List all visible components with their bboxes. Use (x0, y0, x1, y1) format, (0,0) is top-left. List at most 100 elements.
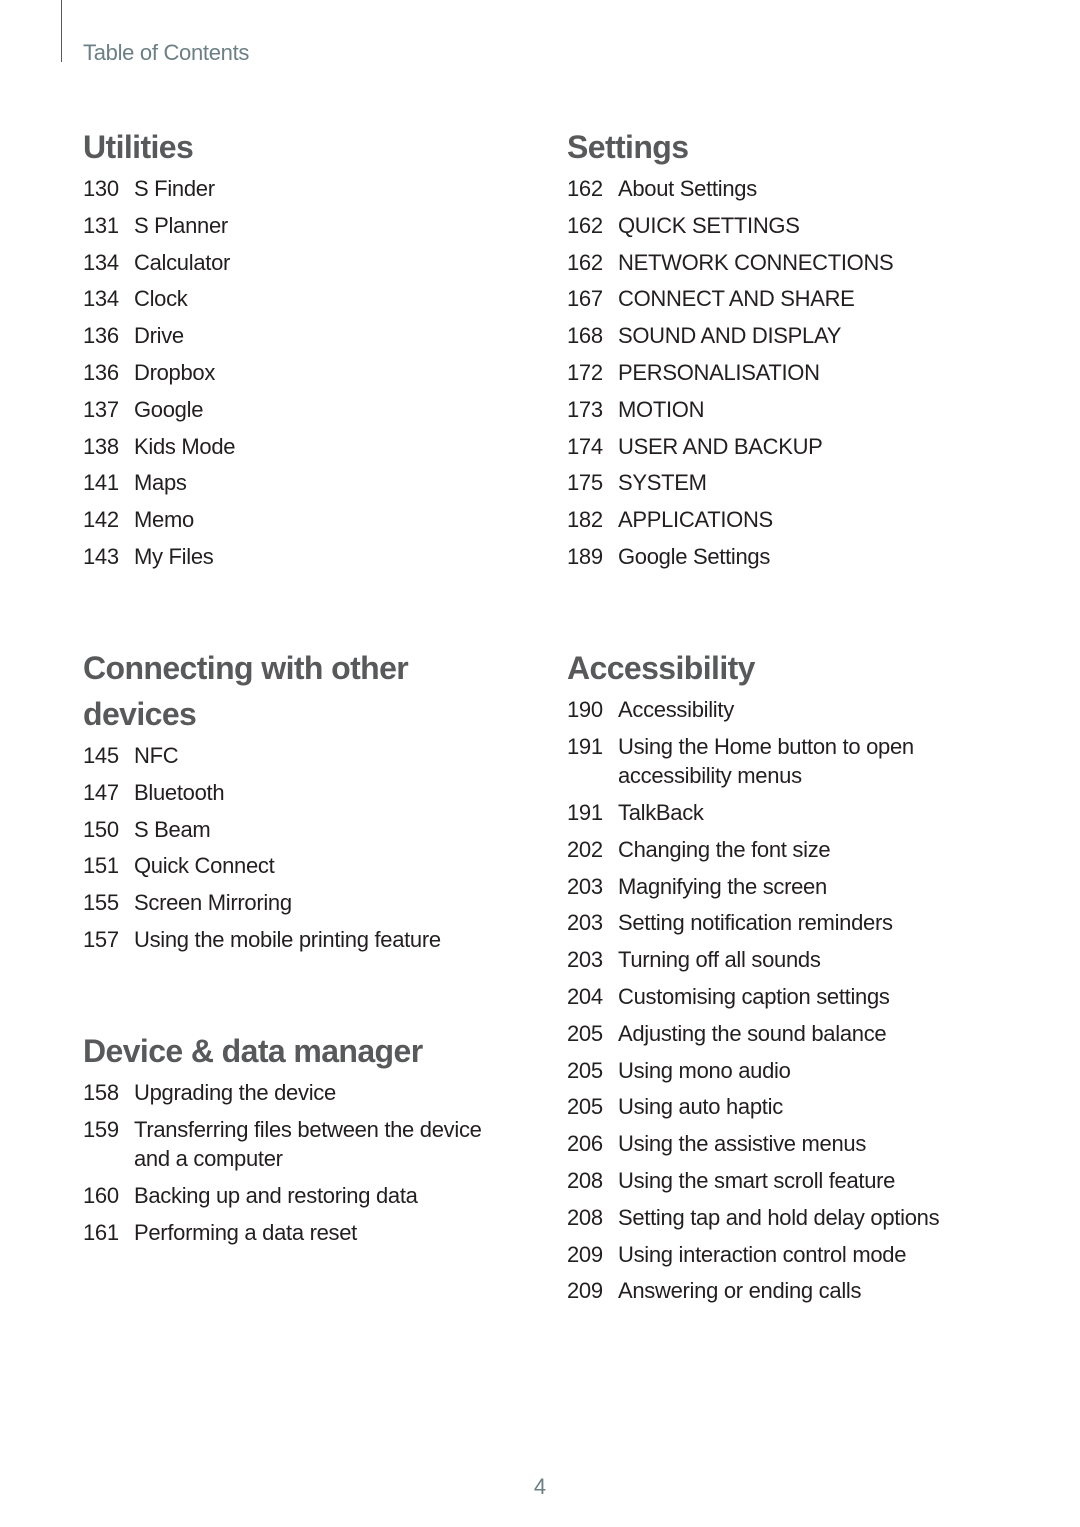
toc-entry[interactable]: 150 S Beam (83, 815, 483, 845)
toc-entry-label: Answering or ending calls (618, 1278, 862, 1304)
toc-page-number: 208 (567, 1204, 603, 1230)
toc-entry[interactable]: 205 Using auto haptic (567, 1092, 967, 1122)
toc-entry[interactable]: 162 QUICK SETTINGS (567, 211, 997, 241)
toc-entry[interactable]: 160 Backing up and restoring data (83, 1181, 513, 1211)
toc-page-number: 142 (83, 507, 119, 533)
toc-entry[interactable]: 162 NETWORK CONNECTIONS (567, 248, 997, 278)
toc-entry[interactable]: 151 Quick Connect (83, 851, 483, 881)
toc-entry[interactable]: 204 Customising caption settings (567, 982, 967, 1012)
toc-entry[interactable]: 175 SYSTEM (567, 468, 997, 498)
toc-entry[interactable]: 162 About Settings (567, 174, 997, 204)
section-accessibility: Accessibility 190 Accessibility 191 Using t… (567, 645, 967, 1313)
toc-page-number: 143 (83, 543, 119, 569)
toc-entry[interactable]: 191 Using the Home button to open accessi… (567, 732, 967, 791)
toc-entry[interactable]: 136 Dropbox (83, 358, 513, 388)
toc-entry[interactable]: 155 Screen Mirroring (83, 888, 483, 918)
toc-entry-label: NETWORK CONNECTIONS (618, 249, 894, 275)
toc-entry-label: Using auto haptic (618, 1094, 783, 1120)
toc-entry[interactable]: 182 APPLICATIONS (567, 505, 997, 535)
toc-page-number: 159 (83, 1116, 119, 1142)
toc-entry[interactable]: 136 Drive (83, 321, 513, 351)
toc-entry-label: Maps (134, 470, 187, 496)
toc-entry[interactable]: 191 TalkBack (567, 798, 967, 828)
toc-entry[interactable]: 189 Google Settings (567, 542, 997, 572)
toc-entry[interactable]: 208 Using the smart scroll feature (567, 1166, 967, 1196)
toc-entry-label: Setting notification reminders (618, 910, 893, 936)
toc-entry[interactable]: 203 Magnifying the screen (567, 872, 967, 902)
toc-entry-label: MOTION (618, 396, 705, 422)
toc-entry[interactable]: 134 Clock (83, 284, 513, 314)
toc-entry-label: SOUND AND DISPLAY (618, 323, 842, 349)
section-title: Utilities (83, 129, 194, 165)
toc-entry-label: S Planner (134, 212, 228, 238)
toc-entry[interactable]: 203 Turning off all sounds (567, 945, 967, 975)
toc-entry-label: Bluetooth (134, 779, 225, 805)
toc-entry[interactable]: 143 My Files (83, 542, 513, 572)
toc-entry[interactable]: 157 Using the mobile printing feature (83, 925, 483, 955)
toc-page-number: 205 (567, 1020, 603, 1046)
toc-entry[interactable]: 141 Maps (83, 468, 513, 498)
toc-entry[interactable]: 173 MOTION (567, 395, 997, 425)
toc-entry[interactable]: 158 Upgrading the device (83, 1078, 513, 1108)
toc-page-number: 203 (567, 910, 603, 936)
section-title: Settings (567, 129, 689, 165)
section-title: Connecting with other devices (83, 650, 409, 732)
toc-entry[interactable]: 145 NFC (83, 741, 483, 771)
toc-entry[interactable]: 131 S Planner (83, 211, 513, 241)
toc-entry[interactable]: 137 Google (83, 395, 513, 425)
toc-entry-label: Performing a data reset (134, 1219, 357, 1245)
toc-entry[interactable]: 147 Bluetooth (83, 778, 483, 808)
toc-entry[interactable]: 209 Answering or ending calls (567, 1276, 967, 1306)
toc-entry[interactable]: 167 CONNECT AND SHARE (567, 284, 997, 314)
toc-page-number: 189 (567, 543, 603, 569)
section-utilities: Utilities 130 S Finder 131 S Planner 134 Calc… (83, 124, 513, 579)
toc-entry-label: Adjusting the sound balance (618, 1020, 887, 1046)
toc-page-number: 136 (83, 359, 119, 385)
toc-page-number: 172 (567, 359, 603, 385)
toc-entry-label: Accessibility (618, 697, 734, 722)
toc-entry[interactable]: 168 SOUND AND DISPLAY (567, 321, 997, 351)
toc-entry[interactable]: 209 Using interaction control mode (567, 1240, 967, 1270)
toc-entry[interactable]: 159 Transferring files between the device… (83, 1115, 513, 1174)
toc-entry-label: Drive (134, 323, 184, 349)
toc-page-number: 134 (83, 286, 119, 312)
toc-entry-label: Using interaction control mode (618, 1241, 907, 1267)
header-divider (61, 0, 62, 62)
toc-entry-label: Transferring files between the device an… (134, 1116, 482, 1172)
toc-entry[interactable]: 174 USER AND BACKUP (567, 432, 997, 462)
toc-entry-label: Calculator (134, 249, 231, 275)
toc-entry[interactable]: 138 Kids Mode (83, 432, 513, 462)
section-title: Accessibility (567, 650, 755, 686)
toc-entry[interactable]: 172 PERSONALISATION (567, 358, 997, 388)
toc-entry-label: Google Settings (618, 543, 771, 569)
toc-entry-label: TalkBack (618, 800, 704, 826)
toc-entry[interactable]: 190 Accessibility (567, 695, 967, 725)
toc-entry[interactable]: 205 Using mono audio (567, 1056, 967, 1086)
toc-entry[interactable]: 205 Adjusting the sound balance (567, 1019, 967, 1049)
toc-entry[interactable]: 208 Setting tap and hold delay options (567, 1203, 967, 1233)
toc-list: 190 Accessibility 191 Using the Home button… (567, 695, 967, 1306)
toc-entry-label: My Files (134, 543, 214, 569)
toc-entry[interactable]: 130 S Finder (83, 174, 513, 204)
toc-entry-label: NFC (134, 743, 179, 768)
toc-page-number: 145 (83, 743, 119, 768)
toc-entry[interactable]: 161 Performing a data reset (83, 1218, 513, 1248)
toc-entry-label: Magnifying the screen (618, 873, 827, 899)
section-connecting: Connecting with other devices 145 NFC 147 B… (83, 645, 483, 962)
toc-entry-label: SYSTEM (618, 470, 707, 496)
section-device-data-manager: Device & data manager 158 Upgrading the d… (83, 1028, 513, 1255)
toc-entry[interactable]: 206 Using the assistive menus (567, 1129, 967, 1159)
toc-entry[interactable]: 203 Setting notification reminders (567, 908, 967, 938)
toc-page-number: 202 (567, 836, 603, 862)
toc-entry-label: Memo (134, 507, 194, 533)
toc-page-number: 130 (83, 176, 119, 201)
toc-entry-label: Upgrading the device (134, 1080, 336, 1105)
toc-page-number: 167 (567, 286, 603, 312)
toc-page-number: 150 (83, 816, 119, 842)
toc-page-number: 175 (567, 470, 603, 496)
toc-entry-label: CONNECT AND SHARE (618, 286, 855, 312)
toc-entry[interactable]: 134 Calculator (83, 248, 513, 278)
toc-entry-label: Setting tap and hold delay options (618, 1204, 940, 1230)
toc-entry[interactable]: 142 Memo (83, 505, 513, 535)
toc-entry[interactable]: 202 Changing the font size (567, 835, 967, 865)
